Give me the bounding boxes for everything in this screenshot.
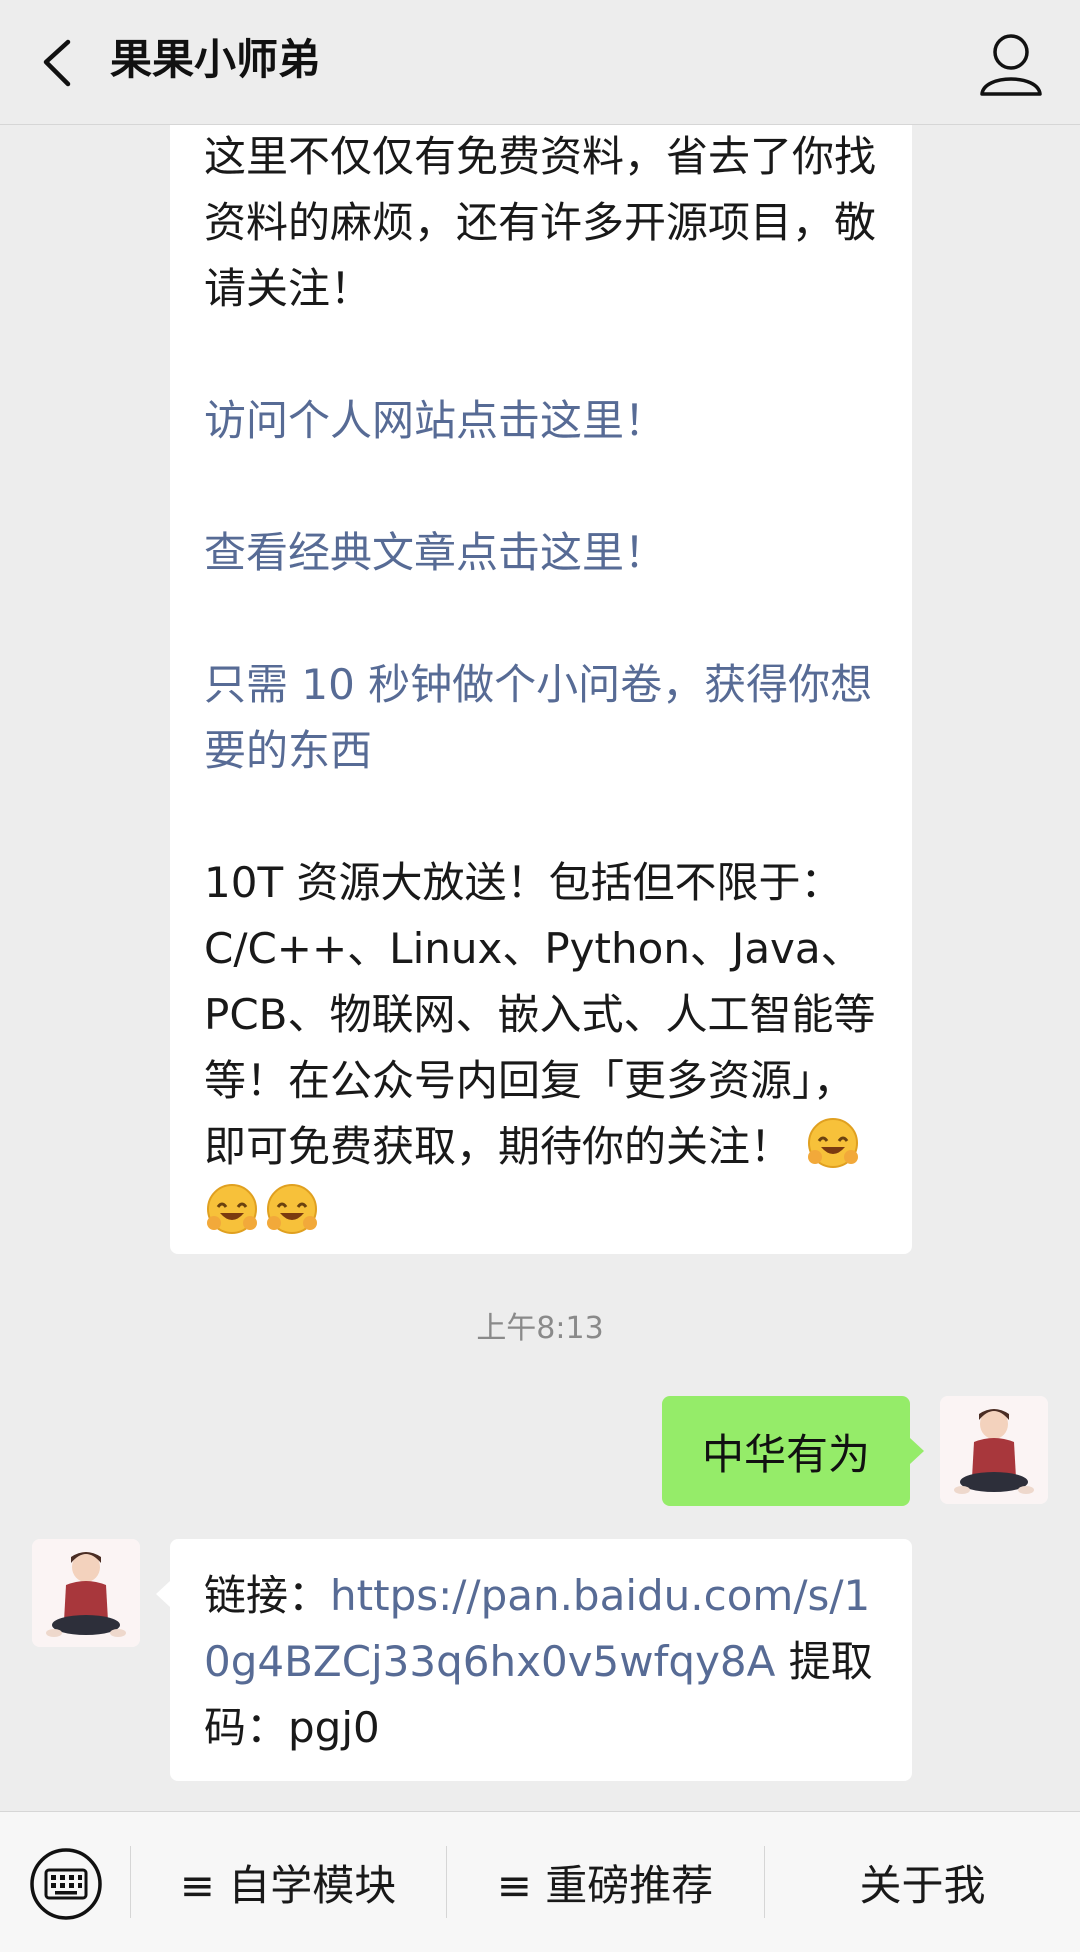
account-menu-bar: ≡ 自学模块 ≡ 重磅推荐 关于我 [0, 1811, 1080, 1952]
reply-message-bubble: 链接：https://pan.baidu.com/s/10g4BZCj33q6h… [156, 1539, 912, 1781]
menu-recommended[interactable]: ≡ 重磅推荐 [447, 1812, 763, 1952]
resources-text: 10T 资源大放送！包括但不限于：C/C++、Linux、Python、Java… [204, 850, 880, 1246]
person-icon [980, 34, 1042, 96]
keyboard-icon [30, 1848, 102, 1920]
back-button[interactable] [28, 22, 108, 102]
account-avatar[interactable] [32, 1539, 140, 1647]
my-avatar[interactable] [940, 1396, 1048, 1504]
person-sitting-avatar-icon [940, 1396, 1048, 1504]
grinning-hug-emoji-icon [207, 1184, 257, 1234]
grinning-hug-emoji-icon [808, 1118, 859, 1168]
grinning-hug-emoji-icon [267, 1184, 317, 1234]
survey-link[interactable]: 只需 10 秒钟做个小问卷，获得你想要的东西 [204, 652, 880, 784]
message-timestamp: 上午8:13 [476, 1311, 604, 1346]
chat-header: 果果小师弟 [0, 0, 1080, 125]
my-message-bubble[interactable]: 中华有为 [662, 1396, 924, 1506]
chat-title: 果果小师弟 [110, 35, 321, 84]
personal-site-link[interactable]: 访问个人网站点击这里！ [204, 388, 880, 454]
article-message-bubble: 这里不仅仅有免费资料，省去了你找资料的麻烦，还有许多开源项目，敬请关注！ 访问个… [170, 124, 912, 1254]
menu-about-me[interactable]: 关于我 [765, 1812, 1080, 1952]
article-intro: 这里不仅仅有免费资料，省去了你找资料的麻烦，还有许多开源项目，敬请关注！ [204, 132, 877, 313]
reply-prefix: 链接： [204, 1571, 331, 1620]
keyboard-toggle-button[interactable] [28, 1846, 104, 1922]
profile-button[interactable] [968, 22, 1054, 108]
message-list[interactable]: 这里不仅仅有免费资料，省去了你找资料的麻烦，还有许多开源项目，敬请关注！ 访问个… [0, 124, 1080, 1811]
menu-self-study[interactable]: ≡ 自学模块 [131, 1812, 445, 1952]
person-sitting-avatar-icon [32, 1539, 140, 1647]
chevron-left-icon [43, 39, 71, 87]
classic-articles-link[interactable]: 查看经典文章点击这里！ [204, 520, 880, 586]
